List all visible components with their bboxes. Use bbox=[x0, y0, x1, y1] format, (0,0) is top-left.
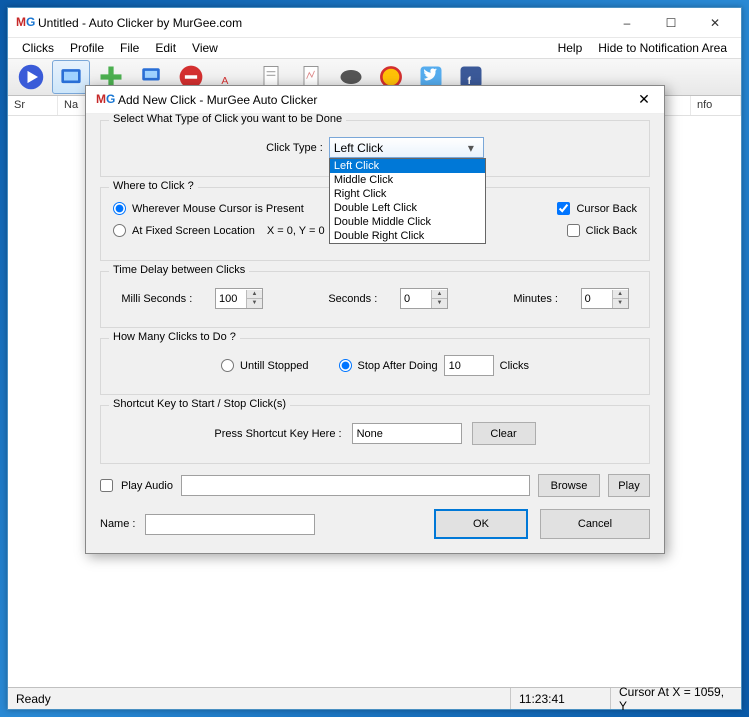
menubar: Clicks Profile File Edit View Help Hide … bbox=[8, 38, 741, 58]
add-click-dialog: MG Add New Click - MurGee Auto Clicker ✕… bbox=[85, 85, 665, 554]
m-value[interactable] bbox=[582, 293, 610, 305]
stop-after-label: Stop After Doing bbox=[358, 360, 438, 372]
dialog-icon: MG bbox=[96, 92, 112, 108]
option-left-click[interactable]: Left Click bbox=[330, 159, 485, 173]
where-xy: X = 0, Y = 0 bbox=[267, 225, 325, 237]
menu-profile[interactable]: Profile bbox=[62, 39, 112, 57]
name-label: Name : bbox=[100, 518, 135, 530]
shortcut-group: Shortcut Key to Start / Stop Click(s) Pr… bbox=[100, 405, 650, 464]
shortcut-legend: Shortcut Key to Start / Stop Click(s) bbox=[109, 398, 290, 410]
click-back-label: Click Back bbox=[586, 225, 637, 237]
s-value[interactable] bbox=[401, 293, 429, 305]
shortcut-input[interactable] bbox=[352, 423, 462, 444]
cursor-back-label: Cursor Back bbox=[576, 203, 637, 215]
dialog-titlebar[interactable]: MG Add New Click - MurGee Auto Clicker ✕ bbox=[86, 86, 664, 114]
ms-input[interactable]: ▲▼ bbox=[215, 288, 263, 309]
spin-down-icon[interactable]: ▼ bbox=[612, 299, 628, 308]
click-type-legend: Select What Type of Click you want to be… bbox=[109, 113, 346, 125]
option-double-left[interactable]: Double Left Click bbox=[330, 201, 485, 215]
menu-help[interactable]: Help bbox=[550, 39, 591, 57]
play-button[interactable]: Play bbox=[608, 474, 650, 497]
stop-after-radio[interactable] bbox=[339, 359, 352, 372]
m-label: Minutes : bbox=[513, 293, 558, 305]
until-label: Untill Stopped bbox=[240, 360, 309, 372]
s-label: Seconds : bbox=[328, 293, 377, 305]
click-back-check[interactable] bbox=[567, 224, 580, 237]
click-type-label: Click Type : bbox=[266, 142, 323, 154]
shortcut-label: Press Shortcut Key Here : bbox=[214, 428, 341, 440]
app-icon: MG bbox=[16, 15, 32, 31]
cancel-button[interactable]: Cancel bbox=[540, 509, 650, 539]
delay-legend: Time Delay between Clicks bbox=[109, 264, 249, 276]
click-type-group: Select What Type of Click you want to be… bbox=[100, 120, 650, 177]
menu-hide[interactable]: Hide to Notification Area bbox=[590, 39, 735, 57]
m-input[interactable]: ▲▼ bbox=[581, 288, 629, 309]
ok-button[interactable]: OK bbox=[434, 509, 528, 539]
where-cursor-radio[interactable] bbox=[113, 202, 126, 215]
audio-path-input[interactable] bbox=[181, 475, 530, 496]
status-cursor: Cursor At X = 1059, Y bbox=[611, 688, 741, 709]
ms-label: Milli Seconds : bbox=[121, 293, 192, 305]
option-double-right[interactable]: Double Right Click bbox=[330, 229, 485, 243]
s-input[interactable]: ▲▼ bbox=[400, 288, 448, 309]
chevron-down-icon: ▾ bbox=[463, 141, 479, 155]
ms-value[interactable] bbox=[216, 293, 244, 305]
spin-down-icon[interactable]: ▼ bbox=[431, 299, 447, 308]
where-fixed-label: At Fixed Screen Location bbox=[132, 225, 255, 237]
statusbar: Ready 11:23:41 Cursor At X = 1059, Y bbox=[8, 687, 741, 709]
close-button[interactable]: ✕ bbox=[693, 9, 737, 37]
maximize-button[interactable]: ☐ bbox=[649, 9, 693, 37]
click-count-input[interactable] bbox=[444, 355, 494, 376]
menu-view[interactable]: View bbox=[184, 39, 226, 57]
name-input[interactable] bbox=[145, 514, 315, 535]
spin-up-icon[interactable]: ▲ bbox=[431, 290, 447, 299]
spin-down-icon[interactable]: ▼ bbox=[246, 299, 262, 308]
click-type-value: Left Click bbox=[334, 141, 383, 155]
menu-edit[interactable]: Edit bbox=[147, 39, 184, 57]
option-double-middle[interactable]: Double Middle Click bbox=[330, 215, 485, 229]
where-cursor-label: Wherever Mouse Cursor is Present bbox=[132, 203, 304, 215]
play-audio-label: Play Audio bbox=[121, 480, 173, 492]
browse-button[interactable]: Browse bbox=[538, 474, 600, 497]
option-right-click[interactable]: Right Click bbox=[330, 187, 485, 201]
status-time: 11:23:41 bbox=[511, 688, 611, 709]
status-ready: Ready bbox=[8, 688, 511, 709]
titlebar[interactable]: MG Untitled - Auto Clicker by MurGee.com… bbox=[8, 8, 741, 38]
minimize-button[interactable]: – bbox=[605, 9, 649, 37]
option-middle-click[interactable]: Middle Click bbox=[330, 173, 485, 187]
delay-group: Time Delay between Clicks Milli Seconds … bbox=[100, 271, 650, 328]
where-legend: Where to Click ? bbox=[109, 180, 198, 192]
click-type-combo[interactable]: Left Click ▾ Left Click Middle Click Rig… bbox=[329, 137, 484, 158]
count-group: How Many Clicks to Do ? Untill Stopped S… bbox=[100, 338, 650, 395]
col-nfo[interactable]: nfo bbox=[691, 96, 741, 115]
cursor-back-check[interactable] bbox=[557, 202, 570, 215]
clicks-label: Clicks bbox=[500, 360, 529, 372]
play-audio-check[interactable] bbox=[100, 479, 113, 492]
until-radio[interactable] bbox=[221, 359, 234, 372]
spin-up-icon[interactable]: ▲ bbox=[612, 290, 628, 299]
count-legend: How Many Clicks to Do ? bbox=[109, 331, 240, 343]
menu-file[interactable]: File bbox=[112, 39, 147, 57]
dialog-close-button[interactable]: ✕ bbox=[630, 88, 658, 112]
clear-button[interactable]: Clear bbox=[472, 422, 536, 445]
menu-clicks[interactable]: Clicks bbox=[14, 39, 62, 57]
col-sr[interactable]: Sr bbox=[8, 96, 58, 115]
dialog-title: Add New Click - MurGee Auto Clicker bbox=[118, 93, 630, 107]
where-fixed-radio[interactable] bbox=[113, 224, 126, 237]
play-icon[interactable] bbox=[12, 60, 50, 94]
click-type-dropdown: Left Click Middle Click Right Click Doub… bbox=[329, 158, 486, 244]
spin-up-icon[interactable]: ▲ bbox=[246, 290, 262, 299]
window-title: Untitled - Auto Clicker by MurGee.com bbox=[38, 16, 605, 30]
